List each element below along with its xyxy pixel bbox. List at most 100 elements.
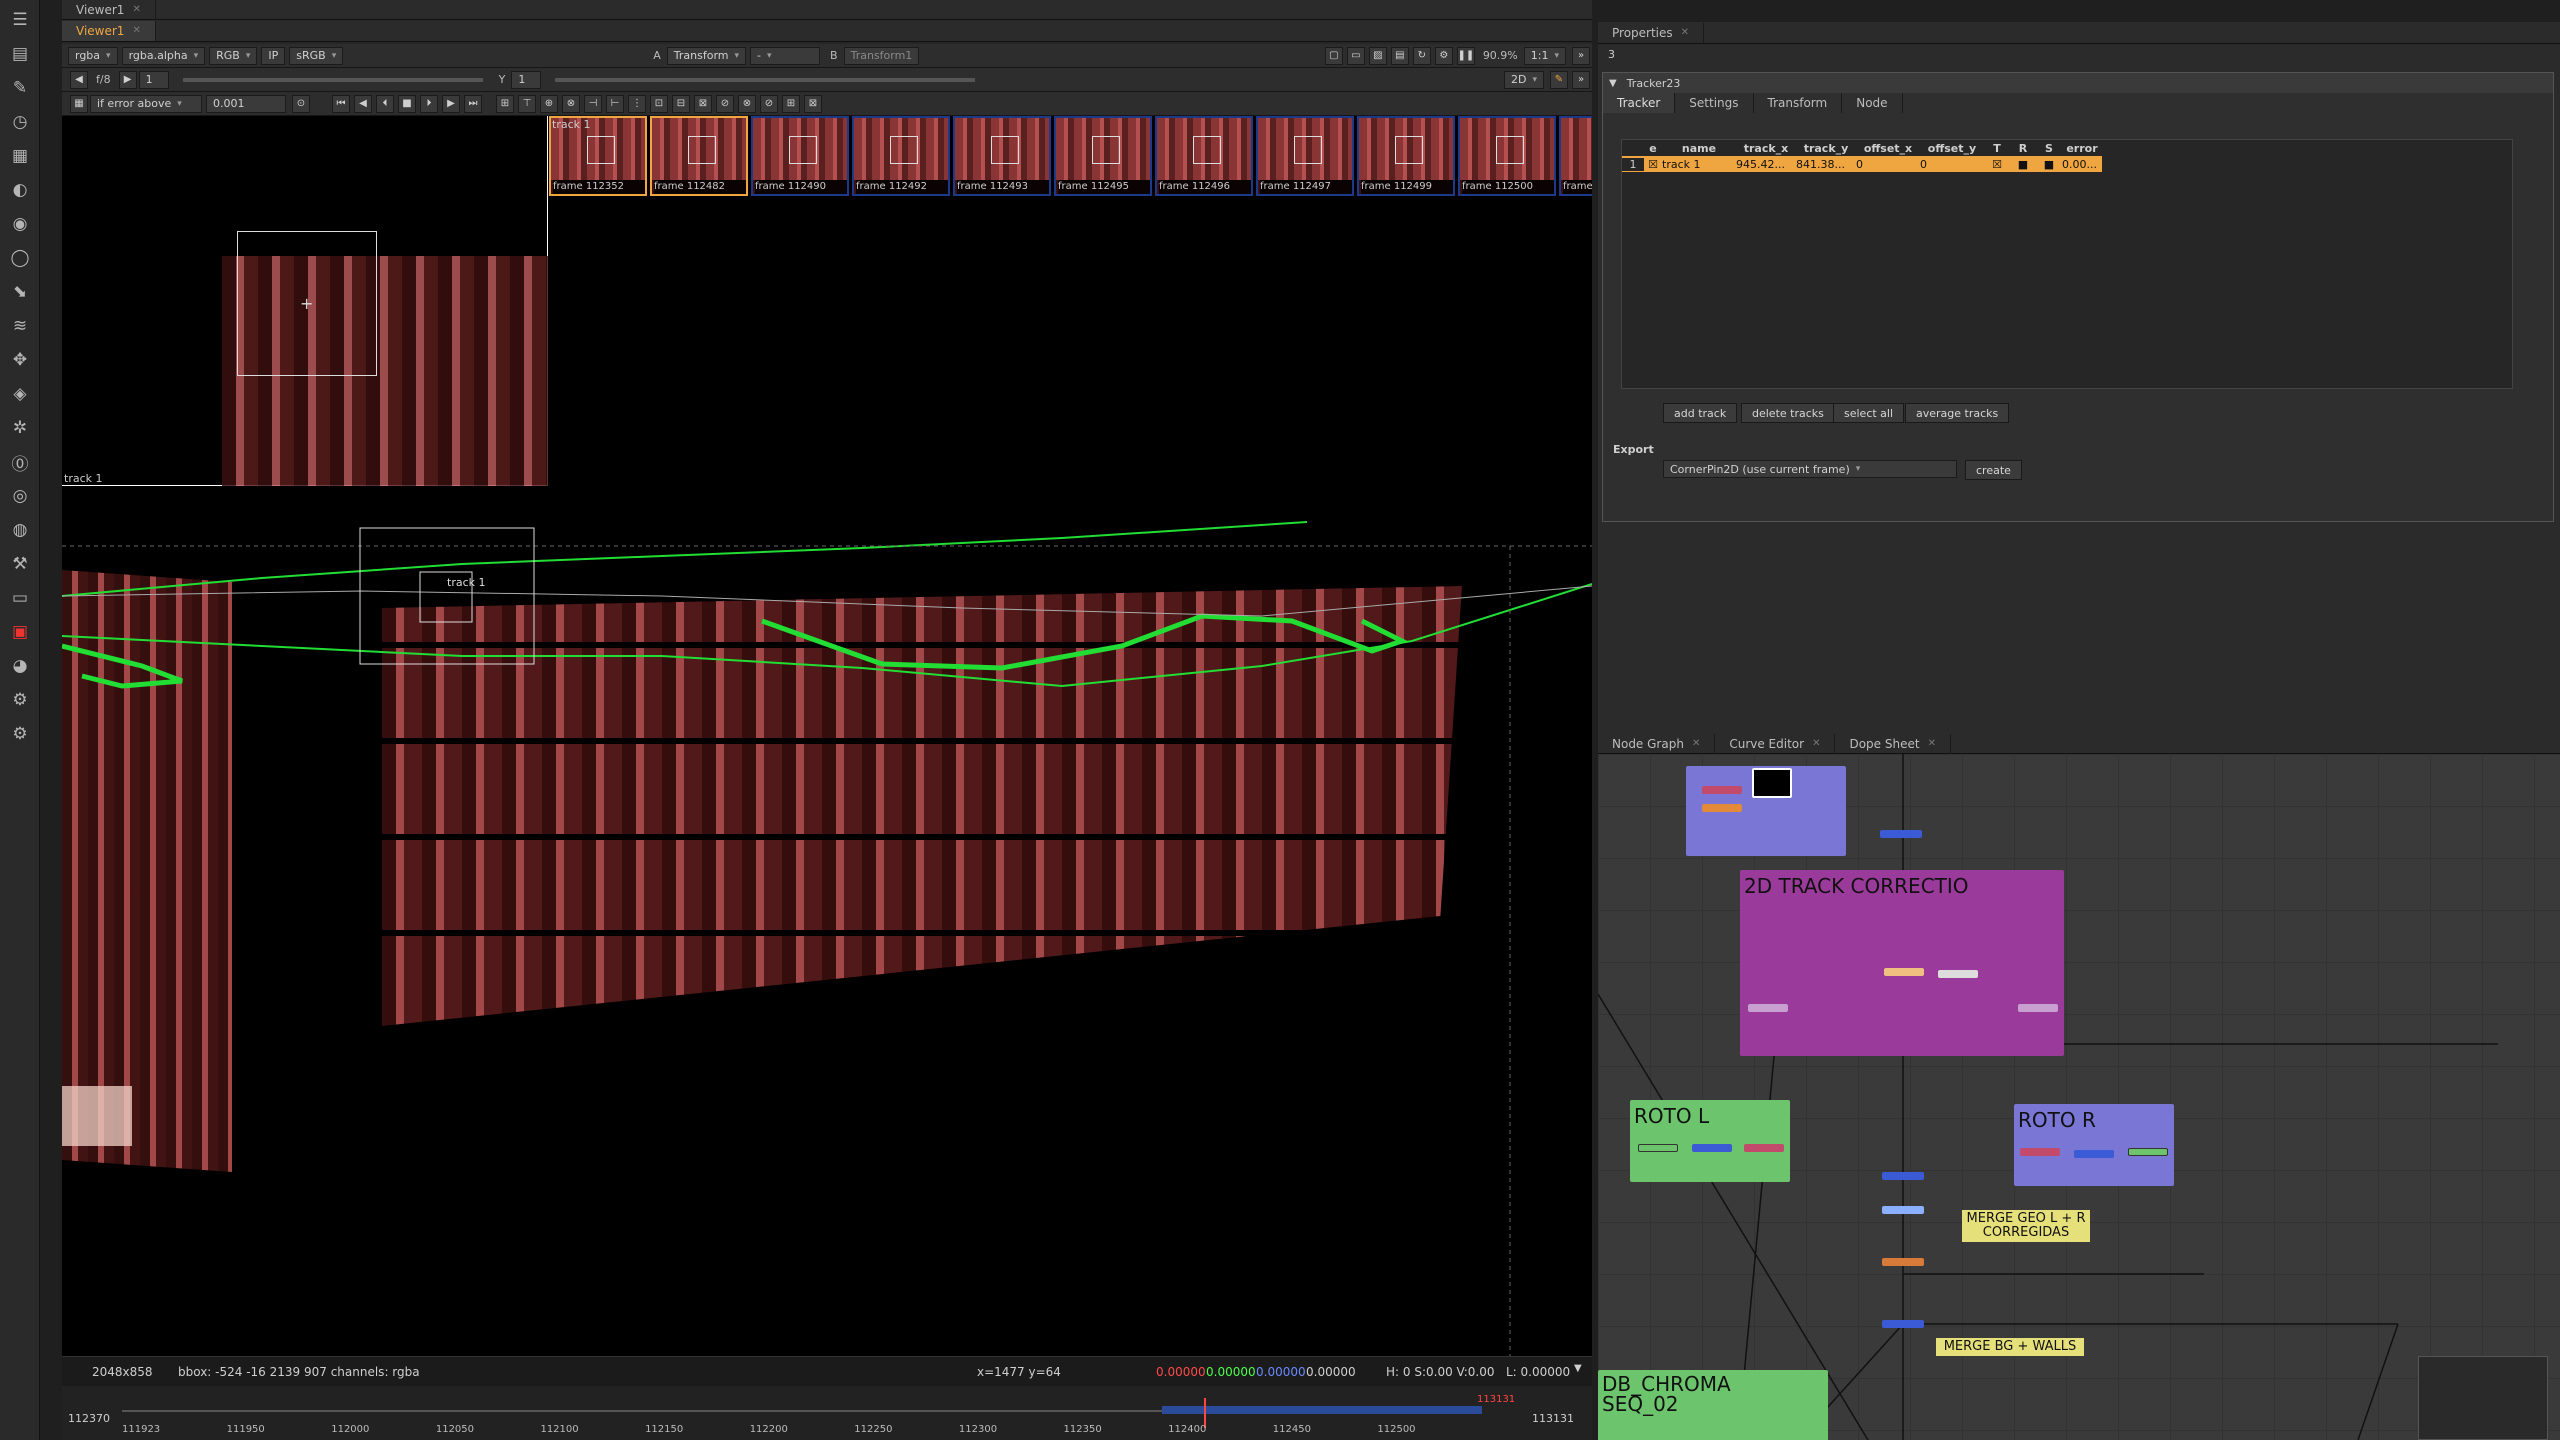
add-track-button[interactable]: add track: [1663, 403, 1738, 423]
create-button[interactable]: create: [1965, 460, 2022, 480]
paint-icon[interactable]: ✎: [1550, 70, 1568, 89]
note-merge-geo[interactable]: MERGE GEO L + R CORREGIDAS: [1962, 1210, 2090, 1242]
enable-checkbox[interactable]: ☒: [1644, 158, 1662, 171]
more-icon[interactable]: »: [1572, 70, 1590, 89]
status-dropdown-icon[interactable]: ▼: [1574, 1363, 1582, 1374]
node[interactable]: [1638, 1144, 1678, 1152]
plugin-a-icon[interactable]: ⚙: [6, 686, 34, 714]
tab-viewer-root[interactable]: Viewer1 ✕: [62, 0, 156, 20]
node[interactable]: [2074, 1150, 2114, 1158]
node[interactable]: [1880, 830, 1922, 838]
tab-transform[interactable]: Transform: [1754, 93, 1843, 113]
s-checkbox[interactable]: ■: [2036, 158, 2062, 171]
table-row[interactable]: 1 ☒ track 1 945.42... 841.38... 0 0 ☒ ■ …: [1622, 156, 2102, 172]
draw-icon[interactable]: ✎: [6, 74, 34, 102]
key-clear-icon[interactable]: ⊢: [606, 94, 624, 113]
refresh-icon[interactable]: ↻: [1412, 46, 1431, 65]
node[interactable]: [1882, 1320, 1924, 1328]
merge-icon[interactable]: ⬊: [6, 278, 34, 306]
more-icon[interactable]: »: [1572, 46, 1590, 65]
close-icon[interactable]: ✕: [1692, 738, 1700, 749]
export-dropdown[interactable]: CornerPin2D (use current frame): [1663, 460, 1957, 478]
timeline-in[interactable]: 112370: [68, 1412, 110, 1425]
grid-snap-icon[interactable]: ⊟: [672, 94, 690, 113]
key-add-icon[interactable]: ⊕: [540, 94, 558, 113]
column-header-track_x[interactable]: track_x: [1736, 142, 1796, 155]
column-header-error[interactable]: error: [2062, 142, 2102, 155]
timeline[interactable]: 112370 113131 111923 111950 112000 112050 11…: [62, 1386, 1592, 1440]
layers-icon[interactable]: ≋: [6, 312, 34, 340]
ratio-dropdown[interactable]: 1:1: [1523, 46, 1566, 65]
options-icon[interactable]: ⊠: [804, 94, 822, 113]
delete-tracks-button[interactable]: delete tracks: [1741, 403, 1835, 423]
tab-viewer1[interactable]: Viewer1 ✕: [62, 20, 156, 41]
transform-icon[interactable]: ✥: [6, 346, 34, 374]
key-delete-icon[interactable]: ⊗: [562, 94, 580, 113]
key-range-icon[interactable]: ⊣: [584, 94, 602, 113]
clear-icon[interactable]: ⊘: [760, 94, 778, 113]
lut-dropdown[interactable]: sRGB: [289, 46, 344, 65]
column-header-e[interactable]: e: [1644, 142, 1662, 155]
column-header-R[interactable]: R: [2010, 142, 2036, 155]
node[interactable]: [2020, 1148, 2060, 1156]
key-show-icon[interactable]: ⋮: [628, 94, 646, 113]
views-icon[interactable]: ◎: [6, 482, 34, 510]
channel-icon[interactable]: ▦: [6, 142, 34, 170]
node[interactable]: [1882, 1172, 1924, 1180]
node[interactable]: [1702, 786, 1742, 794]
node[interactable]: [2128, 1148, 2168, 1156]
image-icon[interactable]: ▤: [6, 40, 34, 68]
track-forward-icon[interactable]: ▶: [442, 94, 460, 113]
tab-settings[interactable]: Settings: [1675, 93, 1754, 113]
column-header-name[interactable]: name: [1662, 142, 1736, 155]
cancel-icon[interactable]: ⊗: [738, 94, 756, 113]
clip-icon[interactable]: ▭: [1346, 46, 1365, 65]
viewer-node[interactable]: [1752, 768, 1792, 798]
alpha-dropdown[interactable]: rgba.alpha: [121, 46, 206, 65]
ofx-icon[interactable]: ◕: [6, 652, 34, 680]
viewer-canvas[interactable]: + track 1 frame 112352 frame 112482 frame …: [62, 116, 1592, 1356]
tab-node-graph[interactable]: Node Graph ✕: [1598, 733, 1716, 754]
close-icon[interactable]: ✕: [132, 4, 140, 15]
time-icon[interactable]: ◷: [6, 108, 34, 136]
panel-count[interactable]: 3: [1608, 48, 1615, 61]
proxy-icon[interactable]: ▨: [1368, 46, 1387, 65]
node[interactable]: [1884, 968, 1924, 976]
node[interactable]: [1748, 1004, 1788, 1012]
backdrop-roto-l[interactable]: ROTO L: [1630, 1100, 1790, 1182]
average-tracks-button[interactable]: average tracks: [1905, 403, 2010, 423]
backdrop-db-chroma[interactable]: DB_CHROMA SEQ_02: [1598, 1370, 1828, 1440]
timeline-range[interactable]: [1162, 1406, 1482, 1414]
column-header-T[interactable]: T: [1984, 142, 2010, 155]
menu-icon[interactable]: ☰: [6, 6, 34, 34]
error-threshold-input[interactable]: 0.001: [206, 94, 286, 113]
input-a-dropdown[interactable]: Transform: [666, 46, 747, 65]
node-name-field[interactable]: Tracker23: [1627, 77, 1681, 90]
settings-icon[interactable]: ⚙: [1434, 46, 1453, 65]
r-checkbox[interactable]: ■: [2010, 158, 2036, 171]
close-icon[interactable]: ✕: [1928, 738, 1936, 749]
prev-icon[interactable]: ◀: [70, 70, 88, 89]
key-t-icon[interactable]: ⊤: [518, 94, 536, 113]
next-icon[interactable]: ▶: [118, 70, 137, 89]
node[interactable]: [2018, 1004, 2058, 1012]
particles-icon[interactable]: ✲: [6, 414, 34, 442]
reset-icon[interactable]: ⊘: [716, 94, 734, 113]
track-next-icon[interactable]: ⏵: [420, 94, 438, 113]
select-all-button[interactable]: select all: [1833, 403, 1905, 423]
node-graph[interactable]: 2D TRACK CORRECTIO ROTO L ROTO R MERGE G…: [1598, 754, 2560, 1440]
toolsets-icon[interactable]: ⚒: [6, 550, 34, 578]
tab-tracker[interactable]: Tracker: [1603, 93, 1676, 113]
column-header-track_y[interactable]: track_y: [1796, 142, 1856, 155]
column-header-S[interactable]: S: [2036, 142, 2062, 155]
3d-icon[interactable]: ◈: [6, 380, 34, 408]
metadata-icon[interactable]: ◍: [6, 516, 34, 544]
node[interactable]: [1938, 970, 1978, 978]
downrez-icon[interactable]: ▤: [1390, 46, 1409, 65]
node[interactable]: [1882, 1206, 1924, 1214]
node[interactable]: [1692, 1144, 1732, 1152]
frame-input[interactable]: 1: [138, 70, 169, 89]
backdrop-2d-track[interactable]: 2D TRACK CORRECTIO: [1740, 870, 2064, 1056]
track-prev-icon[interactable]: ⏴: [376, 94, 394, 113]
t-checkbox[interactable]: ☒: [1984, 158, 2010, 171]
